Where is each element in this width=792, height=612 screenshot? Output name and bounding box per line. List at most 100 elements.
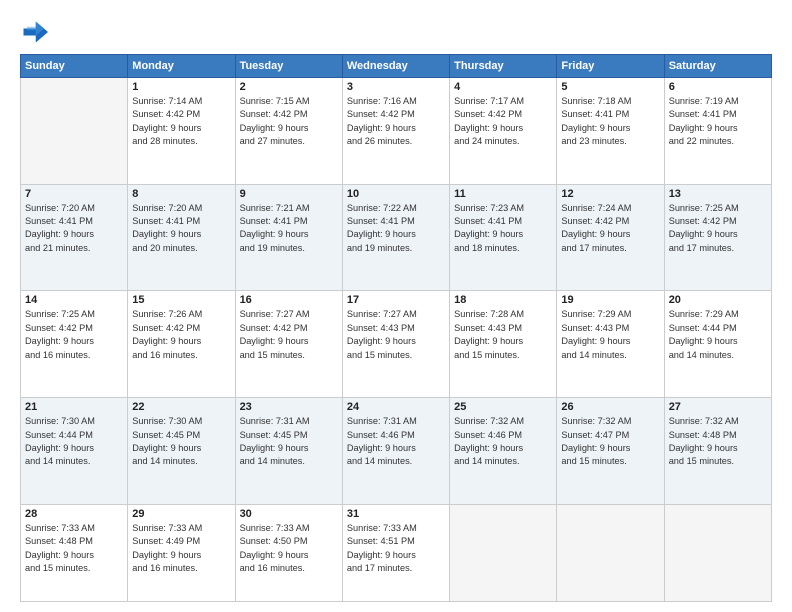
day-number: 6 (669, 81, 767, 93)
weekday-header-sunday: Sunday (21, 55, 128, 78)
calendar-cell: 5 Sunrise: 7:18 AM Sunset: 4:41 PM Daylig… (557, 78, 664, 185)
day-info: Sunrise: 7:30 AM Sunset: 4:45 PM Dayligh… (132, 415, 230, 468)
day-info: Sunrise: 7:21 AM Sunset: 4:41 PM Dayligh… (240, 202, 338, 255)
week-row-2: 7 Sunrise: 7:20 AM Sunset: 4:41 PM Daylig… (21, 184, 772, 291)
day-info: Sunrise: 7:14 AM Sunset: 4:42 PM Dayligh… (132, 95, 230, 148)
day-info: Sunrise: 7:25 AM Sunset: 4:42 PM Dayligh… (669, 202, 767, 255)
day-info: Sunrise: 7:27 AM Sunset: 4:42 PM Dayligh… (240, 308, 338, 361)
calendar-cell: 8 Sunrise: 7:20 AM Sunset: 4:41 PM Daylig… (128, 184, 235, 291)
weekday-header-saturday: Saturday (664, 55, 771, 78)
day-number: 3 (347, 81, 445, 93)
calendar-cell: 17 Sunrise: 7:27 AM Sunset: 4:43 PM Dayli… (342, 291, 449, 398)
day-info: Sunrise: 7:15 AM Sunset: 4:42 PM Dayligh… (240, 95, 338, 148)
day-number: 25 (454, 401, 552, 413)
day-number: 2 (240, 81, 338, 93)
day-number: 20 (669, 294, 767, 306)
day-info: Sunrise: 7:27 AM Sunset: 4:43 PM Dayligh… (347, 308, 445, 361)
calendar-cell: 23 Sunrise: 7:31 AM Sunset: 4:45 PM Dayli… (235, 398, 342, 505)
calendar-cell: 22 Sunrise: 7:30 AM Sunset: 4:45 PM Dayli… (128, 398, 235, 505)
day-number: 10 (347, 188, 445, 200)
week-row-4: 21 Sunrise: 7:30 AM Sunset: 4:44 PM Dayli… (21, 398, 772, 505)
day-info: Sunrise: 7:23 AM Sunset: 4:41 PM Dayligh… (454, 202, 552, 255)
day-number: 19 (561, 294, 659, 306)
day-number: 9 (240, 188, 338, 200)
day-number: 14 (25, 294, 123, 306)
calendar-cell: 9 Sunrise: 7:21 AM Sunset: 4:41 PM Daylig… (235, 184, 342, 291)
day-number: 23 (240, 401, 338, 413)
day-info: Sunrise: 7:32 AM Sunset: 4:47 PM Dayligh… (561, 415, 659, 468)
day-info: Sunrise: 7:31 AM Sunset: 4:45 PM Dayligh… (240, 415, 338, 468)
day-number: 17 (347, 294, 445, 306)
calendar-cell: 10 Sunrise: 7:22 AM Sunset: 4:41 PM Dayli… (342, 184, 449, 291)
calendar-cell: 29 Sunrise: 7:33 AM Sunset: 4:49 PM Dayli… (128, 504, 235, 601)
logo (20, 18, 52, 46)
calendar-cell: 13Sunrise: 7:25 AM Sunset: 4:42 PM Dayli… (664, 184, 771, 291)
day-info: Sunrise: 7:16 AM Sunset: 4:42 PM Dayligh… (347, 95, 445, 148)
calendar-cell: 1Sunrise: 7:14 AM Sunset: 4:42 PM Daylig… (128, 78, 235, 185)
calendar-cell: 3 Sunrise: 7:16 AM Sunset: 4:42 PM Daylig… (342, 78, 449, 185)
calendar-cell: 24 Sunrise: 7:31 AM Sunset: 4:46 PM Dayli… (342, 398, 449, 505)
day-number: 8 (132, 188, 230, 200)
day-number: 21 (25, 401, 123, 413)
calendar-cell: 4 Sunrise: 7:17 AM Sunset: 4:42 PM Daylig… (450, 78, 557, 185)
day-number: 7 (25, 188, 123, 200)
weekday-header-friday: Friday (557, 55, 664, 78)
calendar: SundayMondayTuesdayWednesdayThursdayFrid… (20, 54, 772, 602)
calendar-cell: 2 Sunrise: 7:15 AM Sunset: 4:42 PM Daylig… (235, 78, 342, 185)
day-number: 24 (347, 401, 445, 413)
day-number: 11 (454, 188, 552, 200)
calendar-cell: 21 Sunrise: 7:30 AM Sunset: 4:44 PM Dayli… (21, 398, 128, 505)
day-info: Sunrise: 7:26 AM Sunset: 4:42 PM Dayligh… (132, 308, 230, 361)
calendar-cell: 18Sunrise: 7:28 AM Sunset: 4:43 PM Dayli… (450, 291, 557, 398)
day-info: Sunrise: 7:32 AM Sunset: 4:46 PM Dayligh… (454, 415, 552, 468)
day-info: Sunrise: 7:20 AM Sunset: 4:41 PM Dayligh… (132, 202, 230, 255)
day-number: 22 (132, 401, 230, 413)
day-info: Sunrise: 7:31 AM Sunset: 4:46 PM Dayligh… (347, 415, 445, 468)
day-info: Sunrise: 7:33 AM Sunset: 4:51 PM Dayligh… (347, 522, 445, 575)
day-info: Sunrise: 7:19 AM Sunset: 4:41 PM Dayligh… (669, 95, 767, 148)
calendar-cell (21, 78, 128, 185)
calendar-cell: 6 Sunrise: 7:19 AM Sunset: 4:41 PM Daylig… (664, 78, 771, 185)
week-row-5: 28 Sunrise: 7:33 AM Sunset: 4:48 PM Dayli… (21, 504, 772, 601)
day-number: 30 (240, 508, 338, 520)
week-row-3: 14 Sunrise: 7:25 AM Sunset: 4:42 PM Dayli… (21, 291, 772, 398)
calendar-cell (664, 504, 771, 601)
calendar-cell: 16Sunrise: 7:27 AM Sunset: 4:42 PM Dayli… (235, 291, 342, 398)
day-info: Sunrise: 7:17 AM Sunset: 4:42 PM Dayligh… (454, 95, 552, 148)
weekday-header-thursday: Thursday (450, 55, 557, 78)
day-info: Sunrise: 7:30 AM Sunset: 4:44 PM Dayligh… (25, 415, 123, 468)
calendar-cell: 15Sunrise: 7:26 AM Sunset: 4:42 PM Dayli… (128, 291, 235, 398)
weekday-header-monday: Monday (128, 55, 235, 78)
calendar-cell: 28 Sunrise: 7:33 AM Sunset: 4:48 PM Dayli… (21, 504, 128, 601)
day-info: Sunrise: 7:33 AM Sunset: 4:50 PM Dayligh… (240, 522, 338, 575)
calendar-cell: 31 Sunrise: 7:33 AM Sunset: 4:51 PM Dayli… (342, 504, 449, 601)
day-info: Sunrise: 7:20 AM Sunset: 4:41 PM Dayligh… (25, 202, 123, 255)
day-info: Sunrise: 7:22 AM Sunset: 4:41 PM Dayligh… (347, 202, 445, 255)
day-number: 28 (25, 508, 123, 520)
calendar-cell: 12Sunrise: 7:24 AM Sunset: 4:42 PM Dayli… (557, 184, 664, 291)
day-info: Sunrise: 7:33 AM Sunset: 4:48 PM Dayligh… (25, 522, 123, 575)
day-info: Sunrise: 7:29 AM Sunset: 4:43 PM Dayligh… (561, 308, 659, 361)
calendar-cell: 30 Sunrise: 7:33 AM Sunset: 4:50 PM Dayli… (235, 504, 342, 601)
calendar-cell: 14 Sunrise: 7:25 AM Sunset: 4:42 PM Dayli… (21, 291, 128, 398)
day-info: Sunrise: 7:25 AM Sunset: 4:42 PM Dayligh… (25, 308, 123, 361)
day-number: 4 (454, 81, 552, 93)
day-number: 18 (454, 294, 552, 306)
calendar-cell: 11 Sunrise: 7:23 AM Sunset: 4:41 PM Dayli… (450, 184, 557, 291)
day-number: 29 (132, 508, 230, 520)
page: SundayMondayTuesdayWednesdayThursdayFrid… (0, 0, 792, 612)
calendar-cell: 20 Sunrise: 7:29 AM Sunset: 4:44 PM Dayli… (664, 291, 771, 398)
day-number: 12 (561, 188, 659, 200)
calendar-cell (450, 504, 557, 601)
calendar-cell: 19 Sunrise: 7:29 AM Sunset: 4:43 PM Dayli… (557, 291, 664, 398)
calendar-cell: 26Sunrise: 7:32 AM Sunset: 4:47 PM Dayli… (557, 398, 664, 505)
header (20, 18, 772, 46)
calendar-cell: 27Sunrise: 7:32 AM Sunset: 4:48 PM Dayli… (664, 398, 771, 505)
day-number: 31 (347, 508, 445, 520)
day-info: Sunrise: 7:18 AM Sunset: 4:41 PM Dayligh… (561, 95, 659, 148)
day-info: Sunrise: 7:33 AM Sunset: 4:49 PM Dayligh… (132, 522, 230, 575)
day-info: Sunrise: 7:29 AM Sunset: 4:44 PM Dayligh… (669, 308, 767, 361)
day-number: 5 (561, 81, 659, 93)
day-number: 27 (669, 401, 767, 413)
weekday-header-row: SundayMondayTuesdayWednesdayThursdayFrid… (21, 55, 772, 78)
